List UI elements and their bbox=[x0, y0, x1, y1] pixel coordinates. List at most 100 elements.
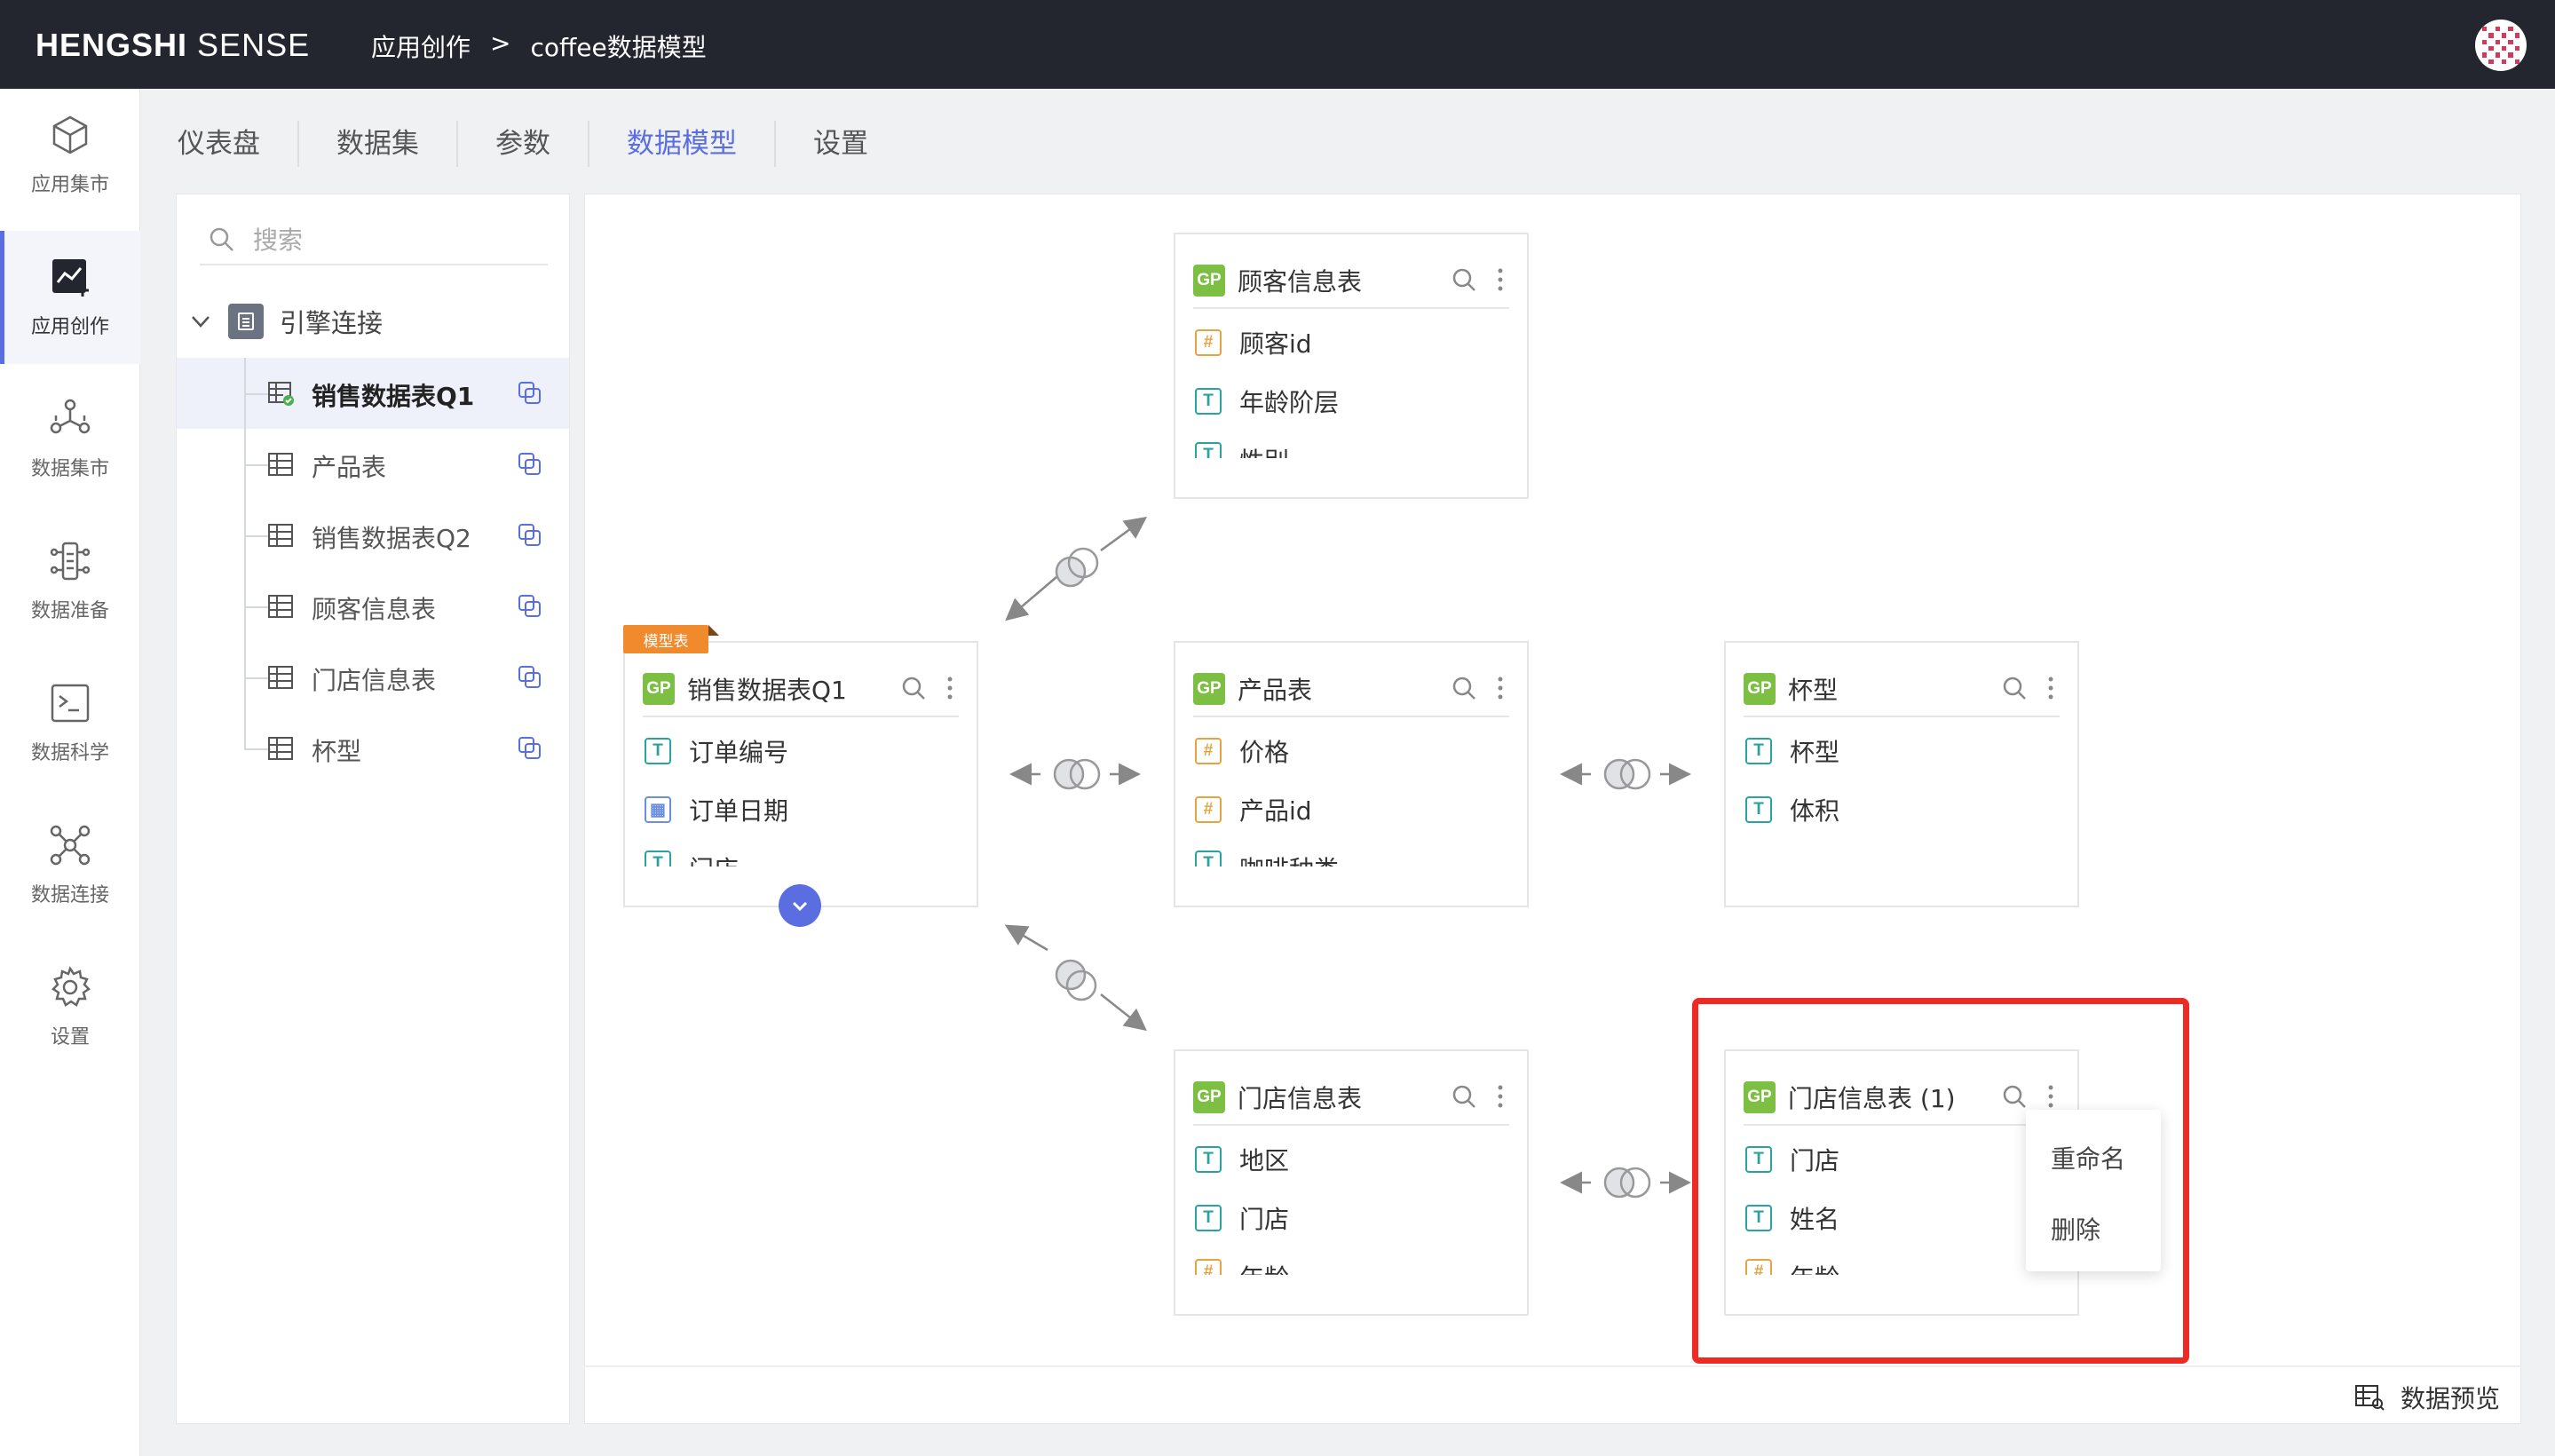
copy-icon[interactable] bbox=[518, 594, 542, 619]
card-title: 顾客信息表 bbox=[1238, 267, 1363, 297]
tree-item-sales-q1[interactable]: 销售数据表Q1 bbox=[177, 358, 569, 429]
table-icon bbox=[268, 737, 293, 760]
gp-icon: GP bbox=[1193, 265, 1225, 297]
brand-logo[interactable]: HENGSHI SENSE bbox=[36, 27, 310, 64]
field-row[interactable]: T性别 bbox=[1195, 442, 1289, 458]
copy-icon[interactable] bbox=[518, 665, 542, 690]
nav-app-market[interactable]: 应用集市 bbox=[0, 89, 140, 222]
gp-icon: GP bbox=[1193, 673, 1225, 705]
search-box bbox=[200, 216, 548, 265]
table-card-store[interactable]: GP 门店信息表 T地区 T门店 #年龄 bbox=[1174, 1049, 1529, 1316]
field-row[interactable]: # 价格 bbox=[1195, 733, 1289, 769]
card-title: 产品表 bbox=[1238, 676, 1313, 705]
field-row[interactable]: T 地区 bbox=[1195, 1142, 1289, 1177]
data-preview-button[interactable]: 数据预览 bbox=[2354, 1380, 2500, 1415]
field-row[interactable]: T 体积 bbox=[1745, 792, 1839, 827]
tree-root-label: 引擎连接 bbox=[280, 308, 384, 338]
text-icon: T bbox=[1745, 796, 1772, 823]
copy-icon[interactable] bbox=[518, 523, 542, 548]
tab-data-model[interactable]: 数据模型 bbox=[589, 121, 776, 167]
breadcrumb-app-create[interactable]: 应用创作 bbox=[371, 28, 471, 64]
tree-item-cup[interactable]: 杯型 bbox=[177, 713, 569, 784]
highlight-box bbox=[1692, 998, 2189, 1364]
tree-item-store[interactable]: 门店信息表 bbox=[177, 642, 569, 713]
copy-icon[interactable] bbox=[518, 381, 542, 406]
chevron-down-icon[interactable] bbox=[189, 310, 212, 333]
field-row[interactable]: ▦ 订单日期 bbox=[645, 792, 788, 827]
search-icon[interactable] bbox=[900, 675, 927, 701]
search-icon[interactable] bbox=[1451, 266, 1477, 293]
tree-root-engine[interactable]: 引擎连接 bbox=[189, 303, 383, 340]
breadcrumb-separator: > bbox=[490, 28, 511, 58]
field-row[interactable]: T 杯型 bbox=[1745, 733, 1839, 769]
gp-icon: GP bbox=[643, 673, 675, 705]
more-icon[interactable] bbox=[1495, 1083, 1506, 1110]
tab-dataset[interactable]: 数据集 bbox=[299, 121, 458, 167]
nav-data-prep[interactable]: 数据准备 bbox=[0, 515, 140, 648]
left-nav: 应用集市 应用创作 数据集市 数据准备 数据科学 数据连接 设置 bbox=[0, 89, 140, 1456]
text-icon: T bbox=[1745, 738, 1772, 764]
nav-data-connection[interactable]: 数据连接 bbox=[0, 799, 140, 932]
terminal-icon bbox=[51, 684, 90, 723]
gp-icon: GP bbox=[1193, 1081, 1225, 1113]
table-card-product[interactable]: GP 产品表 #价格 #产品id T咖啡种类 bbox=[1174, 641, 1529, 907]
search-icon bbox=[210, 227, 233, 251]
more-icon[interactable] bbox=[945, 675, 955, 701]
text-icon: T bbox=[645, 738, 671, 764]
tree-item-customer[interactable]: 顾客信息表 bbox=[177, 571, 569, 642]
tab-parameters[interactable]: 参数 bbox=[458, 121, 589, 167]
expand-button[interactable] bbox=[779, 884, 821, 927]
tree-item-sales-q2[interactable]: 销售数据表Q2 bbox=[177, 500, 569, 571]
more-icon[interactable] bbox=[1495, 675, 1506, 701]
card-title: 杯型 bbox=[1788, 676, 1839, 705]
table-icon bbox=[268, 524, 293, 547]
gear-icon bbox=[51, 966, 91, 1007]
text-icon: T bbox=[1195, 442, 1222, 458]
field-row[interactable]: #年龄 bbox=[1195, 1259, 1289, 1275]
field-row[interactable]: T门店 bbox=[1195, 1200, 1289, 1236]
nav-data-science[interactable]: 数据科学 bbox=[0, 657, 140, 790]
nav-app-create[interactable]: 应用创作 bbox=[0, 231, 140, 364]
gp-icon: GP bbox=[1744, 673, 1776, 705]
table-card-customer[interactable]: GP 顾客信息表 #顾客id T年龄阶层 T性别 bbox=[1174, 233, 1529, 499]
table-icon bbox=[268, 666, 293, 689]
search-icon[interactable] bbox=[1451, 1083, 1477, 1110]
table-preview-icon bbox=[2355, 1385, 2385, 1411]
table-check-icon bbox=[268, 382, 294, 406]
text-icon: T bbox=[645, 851, 671, 866]
tree-item-product[interactable]: 产品表 bbox=[177, 429, 569, 500]
field-row[interactable]: # 产品id bbox=[1195, 792, 1312, 827]
more-icon[interactable] bbox=[2045, 675, 2056, 701]
nav-settings[interactable]: 设置 bbox=[0, 941, 140, 1074]
field-row[interactable]: T 年龄阶层 bbox=[1195, 384, 1339, 419]
field-row[interactable]: # 顾客id bbox=[1195, 325, 1312, 360]
network-icon bbox=[50, 399, 91, 434]
more-icon[interactable] bbox=[1495, 266, 1506, 293]
field-row[interactable]: T咖啡种类 bbox=[1195, 851, 1339, 866]
nav-data-market[interactable]: 数据集市 bbox=[0, 373, 140, 506]
tab-settings[interactable]: 设置 bbox=[776, 121, 906, 167]
number-icon: # bbox=[1195, 1259, 1222, 1275]
avatar[interactable] bbox=[2475, 20, 2527, 71]
cube-icon bbox=[52, 115, 88, 154]
search-icon[interactable] bbox=[2001, 675, 2028, 701]
field-row[interactable]: T 订单编号 bbox=[645, 733, 788, 769]
card-title: 门店信息表 bbox=[1238, 1084, 1363, 1113]
copy-icon[interactable] bbox=[518, 452, 542, 477]
search-input[interactable] bbox=[253, 225, 519, 255]
table-icon bbox=[268, 453, 293, 476]
flow-icon bbox=[50, 542, 91, 581]
table-card-cup[interactable]: GP 杯型 T 杯型 T 体积 bbox=[1724, 641, 2079, 907]
tab-dashboard[interactable]: 仪表盘 bbox=[178, 121, 299, 167]
field-row[interactable]: T门店 bbox=[645, 851, 739, 866]
number-icon: # bbox=[1195, 796, 1222, 823]
search-icon[interactable] bbox=[1451, 675, 1477, 701]
copy-icon[interactable] bbox=[518, 736, 542, 761]
model-table-badge: 模型表 bbox=[623, 625, 719, 653]
table-card-sales-q1[interactable]: GP 销售数据表Q1 T订单编号 ▦订单日期 T门店 bbox=[623, 641, 978, 907]
table-icon bbox=[268, 595, 293, 618]
database-icon bbox=[228, 304, 264, 339]
text-icon: T bbox=[1195, 1205, 1222, 1231]
number-icon: # bbox=[1195, 738, 1222, 764]
number-icon: # bbox=[1195, 329, 1222, 356]
